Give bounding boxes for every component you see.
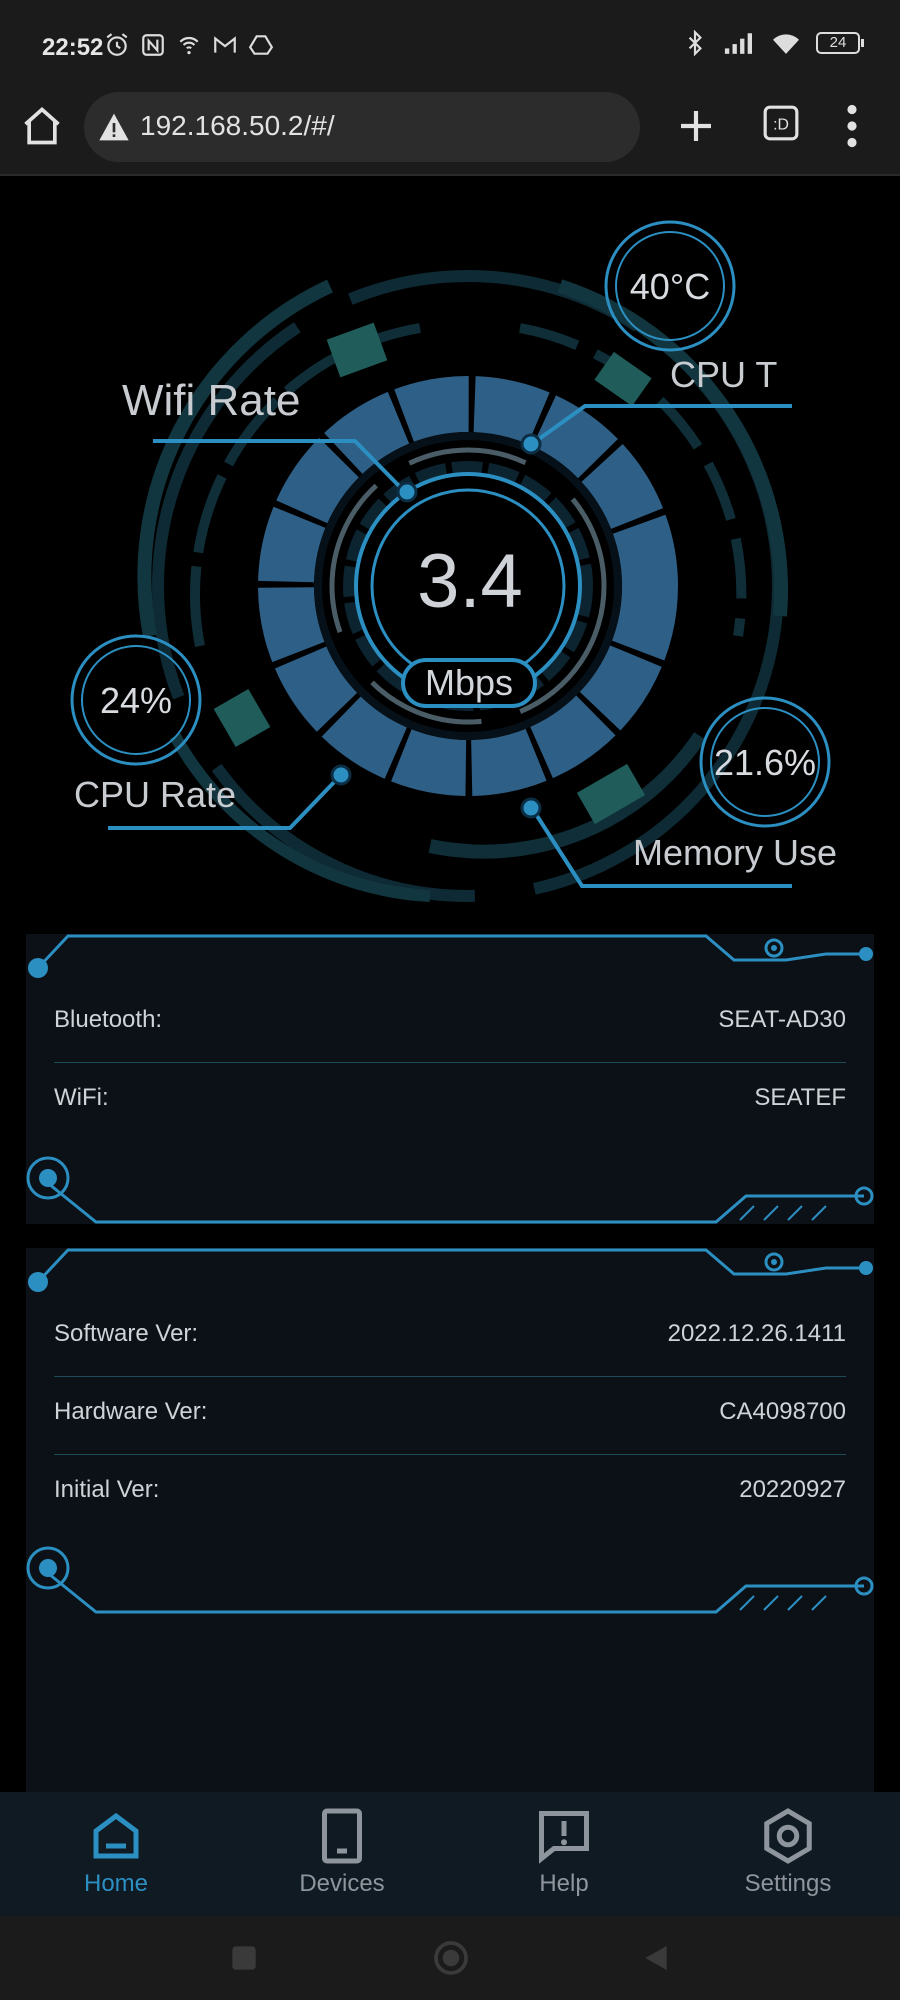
wifi-value: SEATEF — [754, 1084, 846, 1111]
initial-version-row: Initial Ver: 20220927 — [54, 1452, 846, 1528]
drive-icon — [248, 35, 274, 55]
memory-use-gauge: 21.6% — [713, 742, 817, 783]
memory-use-label: Memory Use — [633, 832, 838, 873]
nav-label-home: Home — [83, 1870, 149, 1897]
speed-dashboard: 3.4 Mbps Wifi Rate CPU T CPU Rate Memory… — [0, 176, 900, 916]
nfc-icon — [142, 34, 164, 56]
status-time: 22:52 — [42, 34, 104, 61]
url-text[interactable]: 192.168.50.2/#/ — [140, 110, 335, 142]
wifi-icon — [773, 34, 799, 54]
tablet-icon — [322, 1808, 362, 1864]
initial-version-label: Initial Ver: — [54, 1476, 160, 1503]
help-icon — [539, 1811, 589, 1864]
network-info-panel: Bluetooth: SEAT-AD30 WiFi: SEATEF — [26, 934, 874, 1224]
bottom-navigation: Home Devices Help Settings — [0, 1792, 900, 1916]
status-notification-icons — [104, 32, 274, 58]
software-version-row: Software Ver: 2022.12.26.1411 — [54, 1296, 846, 1372]
wifi-question-icon — [179, 37, 199, 55]
cpu-temp-gauge: 40°C — [629, 266, 711, 307]
cpu-temp-label: CPU T — [670, 354, 778, 395]
more-menu-icon[interactable] — [842, 104, 862, 148]
battery-level: 24 — [829, 34, 847, 51]
nav-label-settings: Settings — [744, 1870, 832, 1897]
nav-item-help[interactable]: Help — [484, 1806, 644, 1906]
initial-version-value: 20220927 — [739, 1476, 846, 1503]
settings-icon — [764, 1808, 812, 1864]
system-navigation-bar — [0, 1916, 900, 2000]
back-icon[interactable] — [640, 1942, 672, 1974]
hardware-version-label: Hardware Ver: — [54, 1398, 208, 1425]
cpu-rate-label: CPU Rate — [74, 774, 237, 815]
nav-item-devices[interactable]: Devices — [262, 1806, 422, 1906]
wifi-label: WiFi: — [54, 1084, 109, 1111]
bluetooth-value: SEAT-AD30 — [718, 1006, 846, 1033]
nav-item-home[interactable]: Home — [36, 1806, 196, 1906]
signal-icon — [724, 33, 752, 54]
battery-icon: 24 — [816, 32, 864, 54]
wifi-row: WiFi: SEATEF — [54, 1060, 846, 1136]
home-icon[interactable] — [20, 104, 64, 148]
tab-switcher-icon[interactable]: :D — [762, 104, 800, 142]
home-nav-icon[interactable] — [433, 1940, 469, 1976]
warning-icon[interactable] — [98, 112, 130, 142]
status-system-icons: 24 — [682, 30, 864, 56]
browser-toolbar: 192.168.50.2/#/ :D — [0, 92, 900, 176]
url-field[interactable]: 192.168.50.2/#/ — [84, 92, 640, 162]
gmail-icon — [214, 36, 236, 53]
svg-text::D: :D — [773, 116, 789, 133]
wifi-rate-value: 3.4 — [417, 539, 523, 624]
status-bar: 22:52 24 — [0, 0, 900, 92]
bluetooth-label: Bluetooth: — [54, 1006, 163, 1033]
nav-label-help: Help — [539, 1870, 589, 1897]
wifi-rate-label: Wifi Rate — [122, 376, 301, 425]
version-info-panel: Software Ver: 2022.12.26.1411 Hardware V… — [26, 1248, 874, 1792]
software-version-label: Software Ver: — [54, 1320, 199, 1347]
software-version-value: 2022.12.26.1411 — [667, 1320, 846, 1347]
alarm-icon — [106, 33, 128, 56]
hardware-version-row: Hardware Ver: CA4098700 — [54, 1374, 846, 1450]
cpu-rate-gauge: 24% — [99, 680, 173, 721]
home-icon — [93, 1812, 139, 1859]
bluetooth-row: Bluetooth: SEAT-AD30 — [54, 982, 846, 1058]
nav-item-settings[interactable]: Settings — [708, 1806, 868, 1906]
hardware-version-value: CA4098700 — [719, 1398, 846, 1425]
bluetooth-icon — [688, 30, 702, 56]
recent-apps-icon[interactable] — [230, 1944, 258, 1972]
nav-label-devices: Devices — [299, 1870, 385, 1897]
wifi-rate-unit: Mbps — [424, 662, 514, 703]
new-tab-icon[interactable] — [676, 106, 716, 146]
